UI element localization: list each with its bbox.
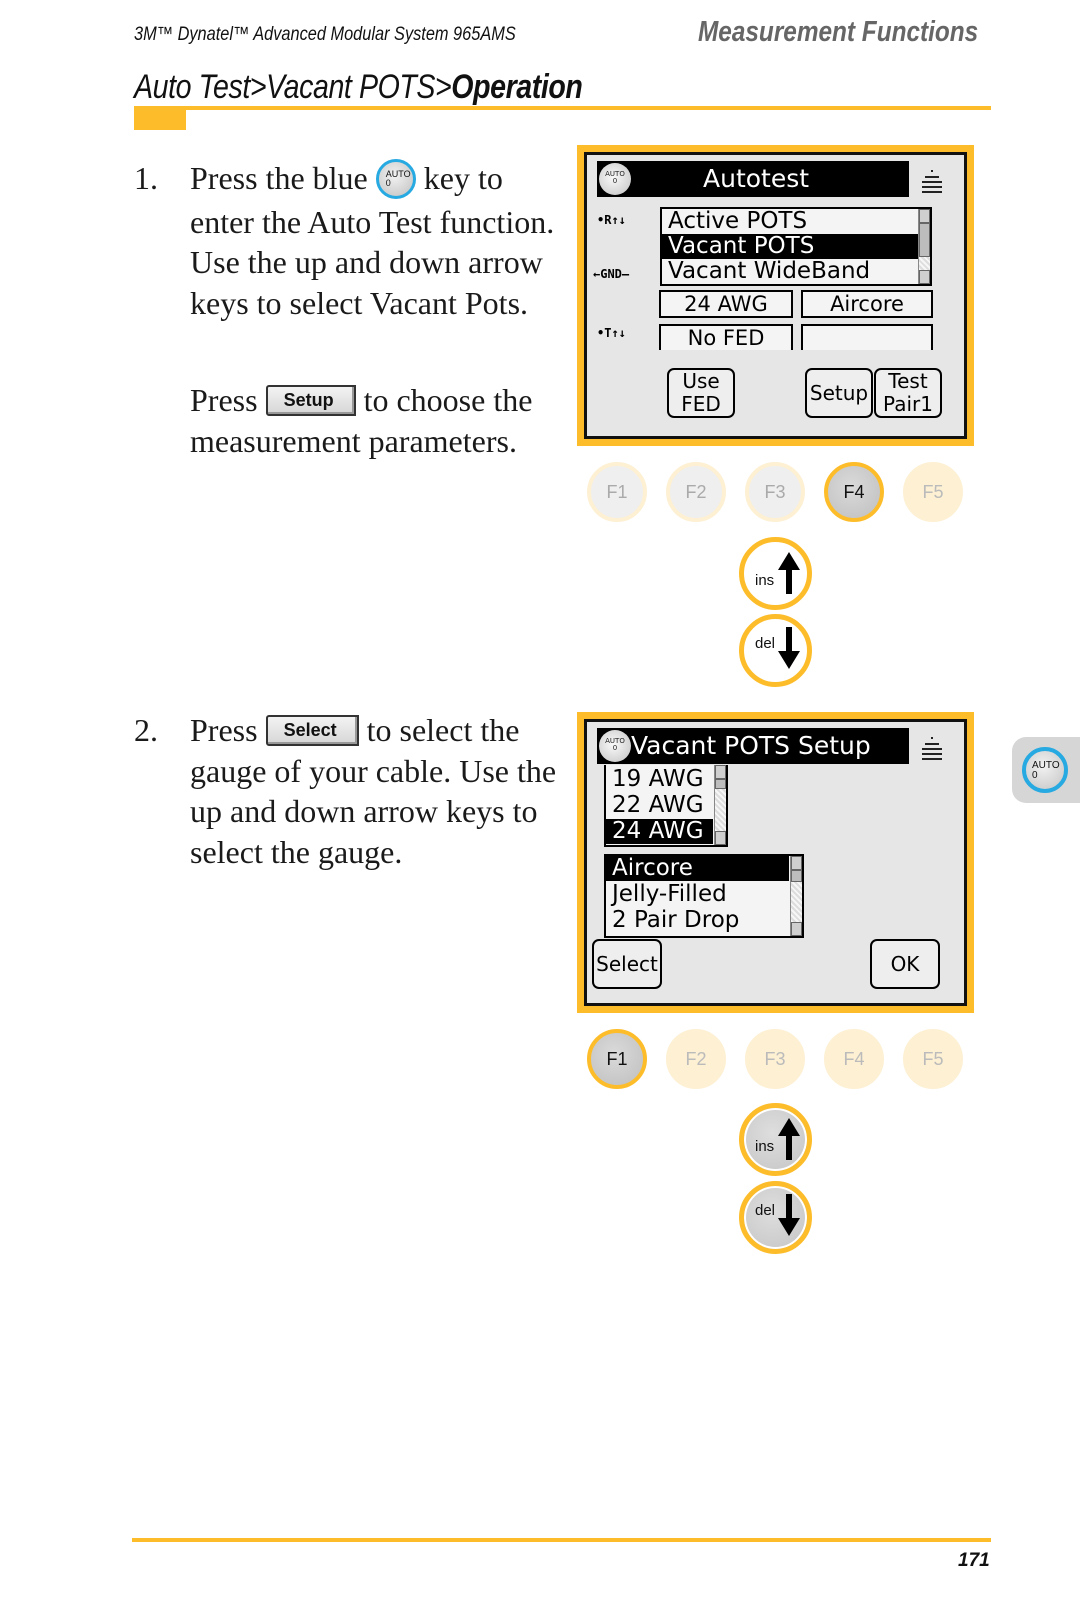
auto-key-icon: AUTO 0 — [1022, 747, 1068, 793]
up-arrow-icon — [778, 552, 800, 594]
auto-logo-icon: AUTO 0 — [599, 730, 631, 762]
del-label: del — [755, 635, 776, 652]
list-item[interactable]: Active POTS — [662, 209, 919, 234]
step-2-number: 2. — [134, 712, 158, 748]
vacant-pots-setup-screen: AUTO 0 Vacant POTS Setup 19 AWG 22 AWG 24… — [577, 712, 974, 1013]
tip-icon: •T↑↓ — [597, 326, 626, 340]
ins-label: ins — [755, 572, 775, 589]
gauge-list[interactable]: 19 AWG 22 AWG 24 AWG — [604, 765, 728, 847]
setup-button[interactable]: Setup — [805, 368, 873, 418]
section-header: Measurement Functions — [698, 16, 979, 48]
down-arrow-key[interactable]: del — [739, 614, 812, 687]
use-fed-button[interactable]: Use FED — [667, 368, 735, 418]
step-1-subtext: Press Setup to choose the measurement pa… — [190, 380, 560, 461]
select-softkey-label: Select — [265, 715, 359, 747]
cable-type-field: Aircore — [801, 290, 933, 318]
autotest-screen: AUTO 0 Autotest •R↑↓ ←GND— •T↑↓ Active PO… — [577, 145, 974, 446]
list-item[interactable]: 19 AWG — [606, 767, 713, 792]
f1-key-active[interactable]: F1 — [587, 1029, 647, 1089]
list-item-selected[interactable]: Vacant POTS — [662, 234, 919, 259]
footer-rule — [132, 1538, 991, 1542]
list-item[interactable]: 2 Pair Drop — [606, 908, 789, 933]
f4-key[interactable]: F4 — [824, 1029, 884, 1089]
test-type-list[interactable]: Active POTS Vacant POTS Vacant WideBand — [660, 207, 932, 286]
up-arrow-key[interactable]: ins — [739, 537, 812, 610]
cable-scrollbar[interactable] — [790, 856, 802, 936]
list-item[interactable]: Vacant WideBand — [662, 259, 919, 284]
page-number: 171 — [958, 1550, 990, 1571]
step-1-number: 1. — [134, 160, 158, 196]
setup-softkey-label: Setup — [265, 385, 356, 417]
empty-field — [801, 324, 933, 350]
down-arrow-key[interactable]: del — [739, 1181, 812, 1254]
list-item-selected[interactable]: 24 AWG — [606, 819, 713, 844]
setup-titlebar: AUTO 0 Vacant POTS Setup — [597, 728, 909, 764]
autotest-titlebar: AUTO 0 Autotest — [597, 161, 909, 197]
list-item[interactable]: 22 AWG — [606, 793, 713, 818]
f5-key[interactable]: F5 — [903, 462, 963, 522]
product-header: 3M™ Dynatel™ Advanced Modular System 965… — [134, 24, 516, 45]
breadcrumb-current: Operation — [451, 68, 583, 106]
f1-key[interactable]: F1 — [587, 462, 647, 522]
up-arrow-icon — [778, 1118, 800, 1160]
f5-key[interactable]: F5 — [903, 1029, 963, 1089]
setup-title: Vacant POTS Setup — [631, 731, 871, 760]
ring-tip-icon: •R↑↓ — [597, 213, 626, 227]
step-2-text-a: Press — [190, 712, 266, 748]
list-scrollbar[interactable] — [918, 209, 930, 284]
gauge-scrollbar[interactable] — [714, 765, 726, 845]
step-1-text: Press the blue AUTO 0 key to enter the Au… — [190, 158, 560, 323]
ground-icon: ←GND— — [593, 267, 630, 281]
list-item[interactable]: Jelly-Filled — [606, 882, 789, 907]
auto-side-tab: AUTO 0 — [1012, 737, 1080, 803]
f4-key-active[interactable]: F4 — [824, 462, 884, 522]
gauge-field: 24 AWG — [659, 290, 793, 318]
down-arrow-icon — [778, 1194, 800, 1236]
header-rule — [134, 106, 991, 110]
fed-field: No FED — [659, 324, 793, 350]
header-rule-tab — [134, 106, 186, 130]
up-arrow-key[interactable]: ins — [739, 1103, 812, 1176]
del-label: del — [755, 1202, 776, 1219]
select-button[interactable]: Select — [592, 939, 662, 989]
f2-key[interactable]: F2 — [666, 462, 726, 522]
f3-key[interactable]: F3 — [745, 462, 805, 522]
ok-button[interactable]: OK — [870, 939, 940, 989]
f3-key[interactable]: F3 — [745, 1029, 805, 1089]
test-pair-button[interactable]: Test Pair1 — [874, 368, 942, 418]
ins-label: ins — [755, 1138, 775, 1155]
step-1-sub-a: Press — [190, 382, 266, 418]
auto-key-icon: AUTO 0 — [375, 158, 416, 199]
autotest-title: Autotest — [703, 164, 810, 193]
down-arrow-icon — [778, 627, 800, 669]
cable-type-list[interactable]: Aircore Jelly-Filled 2 Pair Drop — [604, 854, 804, 938]
menu-icon[interactable] — [922, 168, 942, 194]
step-1-text-a: Press the blue — [190, 160, 376, 196]
menu-icon[interactable] — [922, 735, 942, 761]
step-2-text: Press Select to select the gauge of your… — [190, 710, 560, 872]
auto-logo-icon: AUTO 0 — [599, 163, 631, 195]
list-item-selected[interactable]: Aircore — [606, 856, 789, 881]
f2-key[interactable]: F2 — [666, 1029, 726, 1089]
breadcrumb-path: Auto Test>Vacant POTS> — [134, 68, 452, 106]
breadcrumb: Auto Test>Vacant POTS>Operation — [134, 68, 583, 107]
